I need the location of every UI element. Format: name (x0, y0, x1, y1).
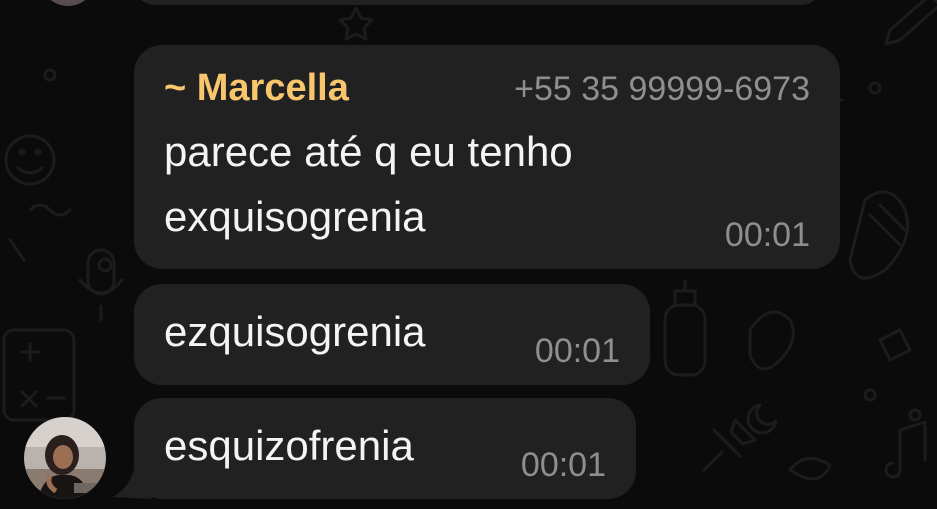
message-bubble-2[interactable]: ezquisogrenia 00:01 (134, 284, 650, 385)
sender-name[interactable]: ~ Marcella (164, 67, 349, 110)
message-timestamp: 00:01 (534, 332, 620, 370)
message-bubble-1[interactable]: ~ Marcella +55 35 99999-6973 parece até … (134, 45, 840, 269)
previous-message-bubble[interactable] (133, 0, 823, 5)
message-text: ezquisogrenia (164, 308, 426, 355)
message-text: esquizofrenia (164, 422, 414, 469)
message-bubble-3[interactable]: esquizofrenia 00:01 (134, 398, 636, 499)
message-timestamp: 00:01 (520, 446, 606, 484)
chat-view: ~ Marcella +55 35 99999-6973 parece até … (0, 0, 937, 509)
sender-phone[interactable]: +55 35 99999-6973 (514, 70, 810, 109)
message-text-line-1: parece até q eu tenho (164, 128, 573, 175)
sender-avatar[interactable] (24, 417, 106, 499)
user-avatar-icon (24, 417, 106, 499)
message-timestamp: 00:01 (724, 216, 810, 254)
bubble-tail (112, 463, 152, 499)
message-text-line-2: exquisogrenia (164, 193, 426, 240)
